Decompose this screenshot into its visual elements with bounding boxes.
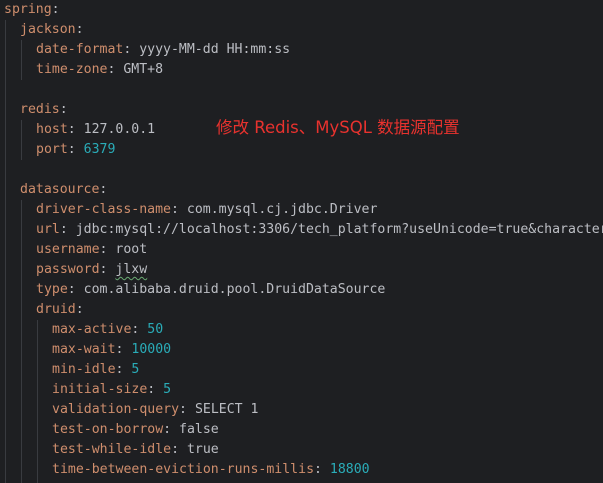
yaml-key: date-format bbox=[36, 42, 124, 57]
code-line[interactable]: redis: bbox=[20, 100, 68, 120]
yaml-key: spring bbox=[4, 2, 52, 17]
yaml-separator: : bbox=[67, 122, 84, 137]
yaml-key: driver-class-name bbox=[36, 202, 171, 217]
code-line[interactable]: username: root bbox=[36, 240, 147, 260]
code-line[interactable]: max-active: 50 bbox=[52, 320, 163, 340]
code-line[interactable]: test-while-idle: true bbox=[52, 440, 219, 460]
indent-guide bbox=[5, 20, 6, 483]
code-line[interactable]: time-between-eviction-runs-millis: 18800 bbox=[52, 460, 370, 480]
code-line[interactable]: initial-size: 5 bbox=[52, 380, 171, 400]
yaml-separator: : bbox=[107, 62, 124, 77]
yaml-key: datasource bbox=[20, 182, 100, 197]
yaml-value: true bbox=[186, 442, 219, 457]
yaml-value-number: 10000 bbox=[131, 342, 172, 357]
code-line[interactable]: driver-class-name: com.mysql.cj.jdbc.Dri… bbox=[36, 200, 377, 220]
yaml-separator: : bbox=[163, 422, 180, 437]
yaml-value-number: 5 bbox=[163, 382, 172, 397]
yaml-key: max-wait bbox=[52, 342, 116, 357]
yaml-key: host bbox=[36, 122, 68, 137]
yaml-separator: : bbox=[99, 242, 116, 257]
yaml-value: jdbc:mysql://localhost:3306/tech_platfor… bbox=[75, 222, 603, 237]
yaml-separator: : bbox=[75, 22, 84, 37]
indent-guide bbox=[21, 200, 22, 483]
yaml-value: root bbox=[115, 242, 148, 257]
yaml-separator: : bbox=[179, 402, 195, 417]
yaml-key: password bbox=[36, 262, 100, 277]
yaml-value: 127.0.0.1 bbox=[83, 122, 156, 137]
code-line[interactable]: min-idle: 5 bbox=[52, 360, 139, 380]
yaml-separator: : bbox=[131, 322, 148, 337]
yaml-separator: : bbox=[170, 202, 187, 217]
yaml-separator: : bbox=[115, 362, 132, 377]
code-line[interactable]: time-zone: GMT+8 bbox=[36, 60, 163, 80]
yaml-separator: : bbox=[99, 182, 108, 197]
code-line[interactable]: password: jlxw bbox=[36, 260, 147, 280]
yaml-value: yyyy-MM-dd HH:mm:ss bbox=[139, 42, 291, 57]
code-line[interactable]: spring: bbox=[4, 0, 60, 20]
yaml-separator: : bbox=[59, 222, 76, 237]
indent-guide bbox=[37, 320, 38, 483]
code-line[interactable]: port: 6379 bbox=[36, 140, 115, 160]
yaml-key: test-on-borrow bbox=[52, 422, 164, 437]
yaml-value: com.alibaba.druid.pool.DruidDataSource bbox=[83, 282, 386, 297]
yaml-separator: : bbox=[171, 442, 187, 457]
yaml-value-number: 50 bbox=[147, 322, 164, 337]
code-line[interactable]: jackson: bbox=[20, 20, 84, 40]
yaml-key: username bbox=[36, 242, 100, 257]
code-line[interactable]: max-wait: 10000 bbox=[52, 340, 171, 360]
yaml-separator: : bbox=[67, 142, 84, 157]
yaml-value: com.mysql.cj.jdbc.Driver bbox=[186, 202, 378, 217]
yaml-separator: : bbox=[314, 462, 330, 477]
yaml-value-spellcheck: jlxw bbox=[115, 262, 148, 277]
yaml-key: time-between-eviction-runs-millis bbox=[52, 462, 315, 477]
yaml-key: druid bbox=[36, 302, 76, 317]
indent-guide bbox=[21, 120, 22, 160]
annotation-note: 修改 Redis、MySQL 数据源配置 bbox=[216, 118, 460, 137]
yaml-separator: : bbox=[51, 2, 60, 17]
yaml-separator: : bbox=[115, 342, 132, 357]
yaml-key: test-while-idle bbox=[52, 442, 172, 457]
code-line[interactable]: validation-query: SELECT 1 bbox=[52, 400, 258, 420]
code-line[interactable]: date-format: yyyy-MM-dd HH:mm:ss bbox=[36, 40, 290, 60]
code-line[interactable]: url: jdbc:mysql://localhost:3306/tech_pl… bbox=[36, 220, 603, 240]
yaml-key: url bbox=[36, 222, 60, 237]
yaml-separator: : bbox=[147, 382, 164, 397]
code-line[interactable]: host: 127.0.0.1 bbox=[36, 120, 155, 140]
yaml-value: SELECT 1 bbox=[194, 402, 259, 417]
yaml-value: false bbox=[179, 422, 219, 437]
yaml-separator: : bbox=[123, 42, 140, 57]
yaml-value: GMT+8 bbox=[123, 62, 164, 77]
yaml-value-number: 18800 bbox=[329, 462, 370, 477]
yaml-key: type bbox=[36, 282, 68, 297]
code-line[interactable]: test-on-borrow: false bbox=[52, 420, 219, 440]
yaml-value-number: 5 bbox=[131, 362, 140, 377]
yaml-separator: : bbox=[99, 262, 116, 277]
yaml-key: jackson bbox=[20, 22, 76, 37]
indent-guide bbox=[21, 40, 22, 80]
yaml-key: min-idle bbox=[52, 362, 116, 377]
yaml-separator: : bbox=[59, 102, 68, 117]
yaml-value-number: 6379 bbox=[83, 142, 116, 157]
code-line[interactable]: datasource: bbox=[20, 180, 107, 200]
yaml-key: redis bbox=[20, 102, 60, 117]
yaml-key: port bbox=[36, 142, 68, 157]
yaml-key: max-active bbox=[52, 322, 132, 337]
yaml-key: validation-query bbox=[52, 402, 180, 417]
yaml-key: time-zone bbox=[36, 62, 108, 77]
yaml-separator: : bbox=[67, 282, 84, 297]
code-editor[interactable]: spring: jackson: date-format: yyyy-MM-dd… bbox=[0, 0, 603, 483]
yaml-separator: : bbox=[75, 302, 84, 317]
yaml-key: initial-size bbox=[52, 382, 148, 397]
code-line[interactable]: druid: bbox=[36, 300, 84, 320]
code-line[interactable]: type: com.alibaba.druid.pool.DruidDataSo… bbox=[36, 280, 385, 300]
